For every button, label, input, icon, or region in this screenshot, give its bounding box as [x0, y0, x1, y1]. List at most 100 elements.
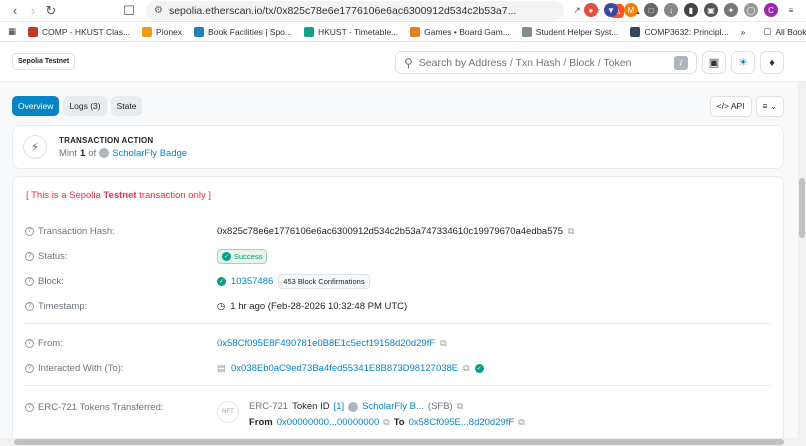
confirmations-badge: 453 Block Confirmations	[278, 273, 370, 289]
back-icon[interactable]: ‹	[6, 2, 24, 20]
scroll-thumb[interactable]	[14, 439, 784, 445]
tab-overview[interactable]: Overview	[12, 96, 60, 116]
clock-icon: ◷	[217, 300, 226, 312]
erc-from-label: From	[249, 417, 273, 428]
block-row: ? Block: ✓ 10357486 453 Block Confirmations	[25, 273, 771, 289]
scroll-thumb[interactable]	[799, 178, 805, 238]
bookmark-item[interactable]: HKUST - Timetable...	[303, 26, 398, 37]
erc721-transfer: NFT ERC-721 Token ID [1] ScholarFly B...…	[217, 401, 525, 428]
bookmark-favicon-icon	[303, 26, 314, 37]
bookmarks-bar: ▦ COMP - HKUST Clas... Pionex Book Facil…	[0, 22, 806, 42]
search-input[interactable]: ⚲ Search by Address / Txn Hash / Block /…	[395, 51, 697, 74]
search-placeholder: Search by Address / Txn Hash / Block / T…	[418, 56, 632, 69]
help-icon[interactable]: ?	[25, 363, 34, 373]
bookmark-favicon-icon	[28, 26, 39, 37]
extension-vpn-icon[interactable]: ▼	[604, 3, 618, 17]
code-icon: </>	[716, 100, 729, 111]
lightning-icon: ⚡	[23, 135, 47, 159]
api-button[interactable]: </> API	[709, 95, 752, 117]
profile-avatar-icon[interactable]: C	[764, 3, 778, 17]
bookmark-item[interactable]: COMP - HKUST Clas...	[28, 26, 130, 37]
erc-type: ERC-721	[249, 401, 289, 412]
ai-sparkle-icon[interactable]: ✦	[724, 3, 738, 17]
status-row: ? Status: ✓ Success	[25, 248, 771, 264]
check-circle-icon: ✓	[222, 251, 231, 261]
copy-icon[interactable]: ⧉	[463, 363, 469, 374]
menu-icon[interactable]: ≡	[784, 3, 798, 17]
token-logo-icon	[99, 148, 110, 158]
folder-icon: ▢	[763, 26, 772, 36]
copy-icon[interactable]: ⧉	[440, 338, 446, 349]
erc-to-label: To	[393, 417, 405, 428]
from-row: ? From: 0x58Cf095E8F490781e0B8E1c5ecf1915…	[25, 335, 771, 351]
tab-state[interactable]: State	[110, 96, 143, 116]
bookmark-favicon-icon	[630, 26, 641, 37]
metamask-icon[interactable]: M	[624, 3, 638, 17]
erc-token-link[interactable]: ScholarFly B...	[362, 401, 424, 412]
copy-icon[interactable]: ⧉	[383, 417, 389, 428]
tabs-row: Overview Logs (3) State </> API ≡ ⌄	[12, 95, 784, 117]
token-link[interactable]: ScholarFly Badge	[112, 148, 187, 159]
erc-to-link[interactable]: 0x58Cf095E...8d20d29fF	[409, 417, 515, 428]
chevron-right-icon: »	[740, 26, 746, 37]
help-icon[interactable]: ?	[25, 276, 34, 286]
help-icon[interactable]: ?	[25, 402, 34, 412]
chevron-down-icon: ⌄	[769, 100, 777, 111]
sidebar-icon[interactable]: ▮	[684, 3, 698, 17]
action-verb: Mint	[59, 147, 77, 159]
download-icon[interactable]: ↓	[664, 3, 678, 17]
address-bar[interactable]: ⚙ sepolia.etherscan.io/tx/0x825c78e6e177…	[146, 1, 564, 20]
help-icon[interactable]: ?	[25, 301, 34, 311]
vpn-icon[interactable]: ◯	[744, 3, 758, 17]
copy-icon[interactable]: ⧉	[568, 226, 574, 237]
copy-icon[interactable]: ⧉	[457, 401, 463, 412]
wallet-icon[interactable]: ▣	[704, 3, 718, 17]
help-icon[interactable]: ?	[25, 251, 34, 261]
forward-icon[interactable]: ›	[24, 2, 42, 20]
bookmark-item[interactable]: Student Helper Syst...	[521, 26, 618, 37]
contract-icon: ▤	[217, 362, 226, 374]
all-bookmarks[interactable]: » ▢ All Bookmarks	[741, 26, 806, 37]
reload-icon[interactable]: ↻	[42, 2, 60, 20]
bookmark-item[interactable]: Pionex	[142, 26, 182, 37]
ethereum-icon[interactable]: ♦	[760, 51, 784, 74]
extension-shield-icon[interactable]: ●	[584, 3, 598, 17]
bookmark-item[interactable]: Book Facilities | Spo...	[194, 26, 292, 37]
tab-logs[interactable]: Logs (3)	[63, 96, 107, 116]
slash-shortcut: /	[674, 55, 688, 70]
token-logo-icon	[348, 401, 359, 412]
token-id-label: Token ID	[292, 401, 330, 412]
to-address-link[interactable]: 0x038Eb0aC9ed73Ba4fed55341E8B873D9812703…	[231, 363, 458, 374]
copy-icon[interactable]: ⧉	[518, 417, 524, 428]
network-badge[interactable]: Sepolia Testnet	[12, 53, 76, 70]
theme-sun-icon[interactable]: ☀	[731, 51, 755, 74]
book-icon[interactable]: ▣	[702, 51, 726, 74]
erc-from-link[interactable]: 0x00000000...00000000	[277, 417, 380, 428]
apps-icon[interactable]: ▦	[8, 26, 16, 37]
share-icon[interactable]: ↗	[570, 4, 584, 18]
bookmark-item[interactable]: COMP3632: Principl...	[630, 26, 729, 37]
hash-row: ? Transaction Hash: 0x825c78e6e1776106e6a…	[25, 223, 771, 239]
site-info-icon[interactable]: ⚙	[154, 5, 163, 16]
transaction-details-card: [ This is a Sepolia Testnet transaction …	[12, 176, 784, 446]
action-of: of	[88, 147, 97, 159]
bookmark-star-icon[interactable]: ☐	[120, 2, 138, 20]
nft-icon: NFT	[217, 401, 239, 423]
help-icon[interactable]: ?	[25, 338, 34, 348]
status-badge: ✓ Success	[217, 248, 268, 264]
extension-puzzle-icon[interactable]: □	[644, 3, 658, 17]
more-options-button[interactable]: ≡ ⌄	[755, 95, 784, 117]
url-text: sepolia.etherscan.io/tx/0x825c78e6e17761…	[168, 4, 517, 17]
bookmark-favicon-icon	[194, 26, 205, 37]
block-link[interactable]: 10357486	[231, 276, 273, 287]
from-address-link[interactable]: 0x58Cf095E8F490781e0B8E1c5ecf19158d20d29…	[217, 338, 435, 349]
bookmark-item[interactable]: Games • Board Gam...	[410, 26, 510, 37]
timestamp-value: 1 hr ago (Feb-28-2026 10:32:48 PM UTC)	[230, 300, 408, 312]
testnet-warning: [ This is a Sepolia Testnet transaction …	[26, 190, 212, 201]
token-id-link[interactable]: [1]	[334, 401, 345, 412]
horizontal-scrollbar[interactable]	[0, 438, 798, 446]
transaction-action-card: ⚡ TRANSACTION ACTION Mint 1 of ScholarFl…	[12, 125, 784, 169]
vertical-scrollbar[interactable]	[798, 82, 806, 446]
help-icon[interactable]: ?	[25, 226, 34, 236]
bookmark-favicon-icon	[142, 26, 153, 37]
